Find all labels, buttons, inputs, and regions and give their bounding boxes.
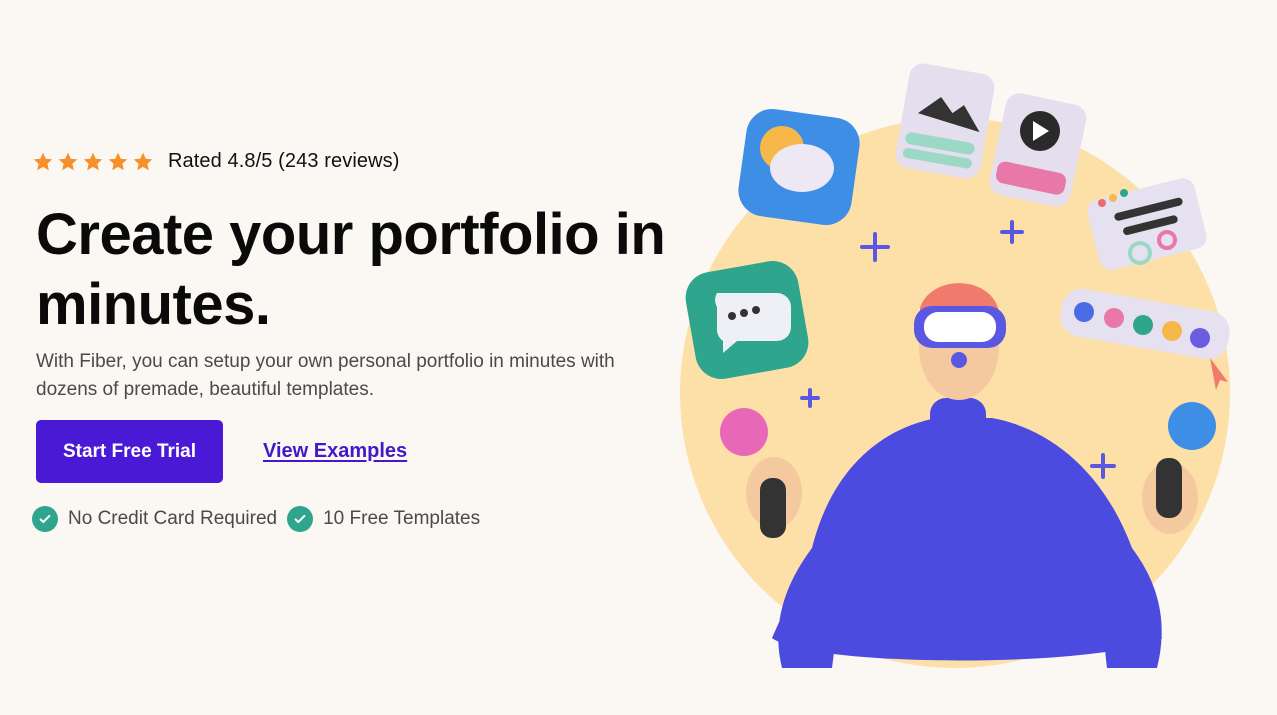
check-circle-icon bbox=[32, 506, 58, 532]
star-icon bbox=[132, 151, 154, 173]
rating-text: Rated 4.8/5 (243 reviews) bbox=[168, 150, 400, 172]
chat-app-icon bbox=[685, 261, 809, 379]
feature-item: No Credit Card Required bbox=[32, 506, 277, 532]
rating-stars bbox=[32, 151, 154, 173]
view-examples-link[interactable]: View Examples bbox=[263, 440, 407, 463]
star-icon bbox=[57, 151, 79, 173]
hero-title: Create your portfolio in minutes. bbox=[36, 202, 666, 337]
start-free-trial-button[interactable]: Start Free Trial bbox=[36, 420, 223, 483]
check-circle-icon bbox=[287, 506, 314, 532]
hero-left-column: Rated 4.8/5 (243 reviews) Create your po… bbox=[20, 22, 666, 680]
rating-row: Rated 4.8/5 (243 reviews) bbox=[32, 150, 400, 173]
feature-label: No Credit Card Required bbox=[68, 508, 278, 529]
feature-item: 10 Free Templates bbox=[287, 506, 480, 532]
image-card-icon bbox=[895, 63, 995, 179]
feature-label: 10 Free Templates bbox=[323, 508, 481, 529]
star-icon bbox=[32, 151, 54, 173]
hero-illustration bbox=[662, 28, 1244, 670]
weather-app-icon bbox=[738, 108, 860, 226]
hero-subtitle: With Fiber, you can setup your own perso… bbox=[36, 351, 615, 400]
feature-list: No Credit Card Required 10 Free Template… bbox=[32, 506, 490, 532]
vr-person-illustration bbox=[680, 63, 1230, 668]
star-icon bbox=[82, 151, 104, 173]
star-icon bbox=[107, 151, 129, 173]
cta-group: Start Free Trial View Examples bbox=[36, 420, 407, 483]
